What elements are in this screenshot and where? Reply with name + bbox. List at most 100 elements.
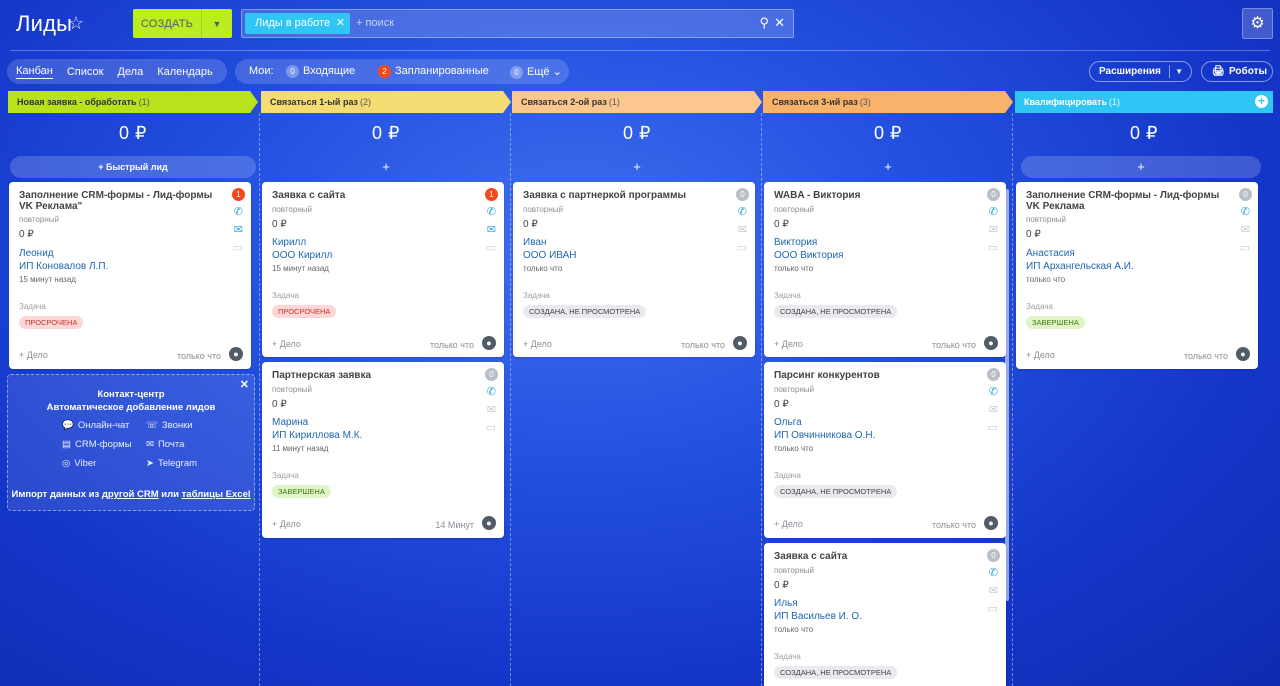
- import-crm-link[interactable]: другой CRM: [102, 489, 159, 500]
- contact-name[interactable]: Ольга: [774, 417, 802, 428]
- contact-name[interactable]: Кирилл: [272, 237, 306, 248]
- chat-icon[interactable]: ▭: [988, 423, 998, 434]
- view-deals[interactable]: Дела: [117, 66, 143, 78]
- channel-calls[interactable]: ☏ Звонки: [146, 420, 193, 431]
- add-lead-button[interactable]: +: [765, 156, 1011, 178]
- view-kanban[interactable]: Канбан: [16, 65, 53, 79]
- chat-icon[interactable]: ▭: [1240, 243, 1250, 254]
- chat-icon[interactable]: ▭: [486, 243, 496, 254]
- lead-card[interactable]: Заполнение CRM-формы - Лид-формы VK Рекл…: [1016, 182, 1258, 369]
- column-header[interactable]: Связаться 3-ий раз (3): [763, 91, 1013, 113]
- chat-icon[interactable]: ▭: [233, 243, 243, 254]
- card-title[interactable]: Заявка с сайта: [774, 551, 972, 562]
- add-deal-button[interactable]: + Дело: [774, 339, 803, 349]
- mail-icon[interactable]: ✉: [487, 405, 496, 416]
- mail-icon[interactable]: ✉: [989, 405, 998, 416]
- star-icon[interactable]: ☆: [68, 13, 84, 34]
- lead-card[interactable]: Заполнение CRM-формы - Лид-формы VK Рекл…: [9, 182, 251, 369]
- add-deal-button[interactable]: + Дело: [774, 519, 803, 529]
- chip-close-icon[interactable]: ✕: [336, 13, 345, 34]
- card-title[interactable]: Заявка с партнеркой программы: [523, 190, 721, 201]
- lead-card[interactable]: Заявка с сайта 1 ✆ ✉ ▭ повторный 0 ₽ Кир…: [262, 182, 504, 357]
- company-name[interactable]: ООО Виктория: [774, 250, 843, 261]
- quick-lead-button[interactable]: + Быстрый лид: [10, 156, 256, 178]
- mail-icon[interactable]: ✉: [738, 225, 747, 236]
- search-icon[interactable]: ⚲: [759, 15, 769, 31]
- scrollbar[interactable]: [1005, 189, 1009, 601]
- channel-mail[interactable]: ✉ Почта: [146, 439, 184, 450]
- company-name[interactable]: ИП Овчинникова О.Н.: [774, 430, 875, 441]
- phone-icon[interactable]: ✆: [989, 207, 998, 218]
- robots-button[interactable]: 🖨 Роботы: [1201, 61, 1273, 82]
- counter-planned[interactable]: 2 Запланированные: [378, 65, 489, 78]
- mail-icon[interactable]: ✉: [1241, 225, 1250, 236]
- lead-card[interactable]: Партнерская заявка 0 ✆ ✉ ▭ повторный 0 ₽…: [262, 362, 504, 538]
- add-deal-button[interactable]: + Дело: [1026, 350, 1055, 360]
- phone-icon[interactable]: ✆: [738, 207, 747, 218]
- column-header[interactable]: Квалифицировать (1) +: [1015, 91, 1273, 113]
- contact-name[interactable]: Анастасия: [1026, 248, 1075, 259]
- add-deal-button[interactable]: + Дело: [523, 339, 552, 349]
- search-filter[interactable]: Лиды в работе ✕ + поиск ⚲ ✕: [241, 9, 794, 38]
- avatar[interactable]: ●: [984, 336, 998, 350]
- contact-name[interactable]: Виктория: [774, 237, 817, 248]
- counter-more[interactable]: 0 Ещё ⌄: [510, 65, 562, 79]
- gear-icon[interactable]: ⚙: [1242, 8, 1273, 39]
- add-deal-button[interactable]: + Дело: [19, 350, 48, 360]
- card-title[interactable]: Партнерская заявка: [272, 370, 470, 381]
- phone-icon[interactable]: ✆: [234, 207, 243, 218]
- contact-name[interactable]: Леонид: [19, 248, 54, 259]
- phone-icon[interactable]: ✆: [989, 568, 998, 579]
- create-button[interactable]: СОЗДАТЬ ▼: [133, 9, 232, 38]
- channel-online-chat[interactable]: 💬 Онлайн-чат: [62, 420, 129, 431]
- column-header[interactable]: Новая заявка - обработать (1): [8, 91, 258, 113]
- mail-icon[interactable]: ✉: [487, 225, 496, 236]
- lead-card[interactable]: Заявка с сайта 0 ✆ ✉ ▭ повторный 0 ₽ Иль…: [764, 543, 1006, 686]
- company-name[interactable]: ИП Архангельская А.И.: [1026, 261, 1134, 272]
- add-stage-icon[interactable]: +: [1255, 95, 1268, 108]
- add-lead-button[interactable]: +: [514, 156, 760, 178]
- contact-name[interactable]: Иван: [523, 237, 546, 248]
- company-name[interactable]: ООО ИВАН: [523, 250, 577, 261]
- view-list[interactable]: Список: [67, 66, 104, 78]
- avatar[interactable]: ●: [229, 347, 243, 361]
- extensions-button[interactable]: Расширения ▼: [1089, 61, 1192, 82]
- channel-telegram[interactable]: ➤ Telegram: [146, 458, 197, 469]
- card-title[interactable]: Парсинг конкурентов: [774, 370, 972, 381]
- avatar[interactable]: ●: [482, 516, 496, 530]
- card-title[interactable]: Заявка с сайта: [272, 190, 470, 201]
- phone-icon[interactable]: ✆: [487, 387, 496, 398]
- phone-icon[interactable]: ✆: [989, 387, 998, 398]
- view-calendar[interactable]: Календарь: [157, 66, 213, 78]
- avatar[interactable]: ●: [733, 336, 747, 350]
- avatar[interactable]: ●: [1236, 347, 1250, 361]
- column-header[interactable]: Связаться 1-ый раз (2): [261, 91, 511, 113]
- add-lead-button[interactable]: +: [263, 156, 509, 178]
- avatar[interactable]: ●: [482, 336, 496, 350]
- add-deal-button[interactable]: + Дело: [272, 519, 301, 529]
- chevron-down-icon[interactable]: ▼: [1175, 62, 1183, 81]
- company-name[interactable]: ООО Кирилл: [272, 250, 332, 261]
- chat-icon[interactable]: ▭: [737, 243, 747, 254]
- company-name[interactable]: ИП Васильев И. О.: [774, 611, 862, 622]
- mail-icon[interactable]: ✉: [234, 225, 243, 236]
- mail-icon[interactable]: ✉: [989, 586, 998, 597]
- import-excel-link[interactable]: таблицы Excel: [182, 489, 251, 500]
- card-title[interactable]: Заполнение CRM-формы - Лид-формы VK Рекл…: [1026, 190, 1224, 212]
- mail-icon[interactable]: ✉: [989, 225, 998, 236]
- chat-icon[interactable]: ▭: [486, 423, 496, 434]
- contact-name[interactable]: Марина: [272, 417, 308, 428]
- contact-name[interactable]: Илья: [774, 598, 798, 609]
- add-lead-button[interactable]: +: [1021, 156, 1261, 178]
- chevron-down-icon[interactable]: ▼: [202, 19, 232, 29]
- phone-icon[interactable]: ✆: [487, 207, 496, 218]
- chat-icon[interactable]: ▭: [988, 243, 998, 254]
- search-input[interactable]: + поиск: [356, 17, 394, 29]
- card-title[interactable]: WABA - Виктория: [774, 190, 972, 201]
- chat-icon[interactable]: ▭: [988, 604, 998, 615]
- clear-icon[interactable]: ✕: [774, 15, 785, 31]
- column-header[interactable]: Связаться 2-ой раз (1): [512, 91, 762, 113]
- counter-incoming[interactable]: 0 Входящие: [286, 65, 355, 78]
- add-deal-button[interactable]: + Дело: [272, 339, 301, 349]
- lead-card[interactable]: WABA - Виктория 0 ✆ ✉ ▭ повторный 0 ₽ Ви…: [764, 182, 1006, 357]
